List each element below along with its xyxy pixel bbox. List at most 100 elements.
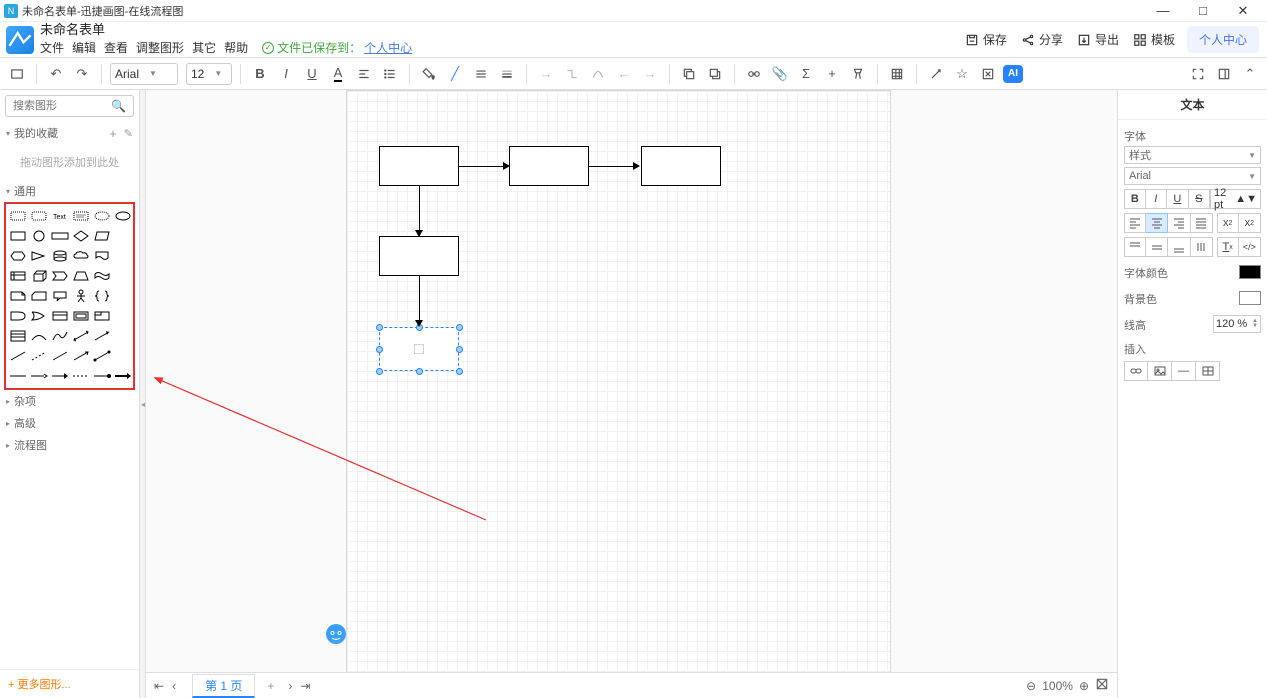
format-tab-text[interactable]: 文本 (1118, 90, 1267, 120)
window-close-button[interactable]: ✕ (1223, 3, 1263, 19)
export-button[interactable]: 导出 (1075, 27, 1121, 52)
font-family-select[interactable]: Arial▼ (110, 63, 178, 85)
add-page-button[interactable]: + (267, 679, 274, 693)
font-size-input[interactable]: 12 pt▲▼ (1210, 189, 1261, 209)
shape-connector2[interactable] (29, 368, 48, 384)
collapse-button[interactable]: ⌃ (1239, 63, 1261, 85)
shape-blank6[interactable] (113, 328, 132, 344)
arrow-start-button[interactable]: ← (613, 63, 635, 85)
shape-tape[interactable] (92, 268, 111, 284)
shape-rect-long[interactable] (50, 228, 69, 244)
connector-orth-button[interactable] (561, 63, 583, 85)
section-misc[interactable]: ▸杂项 (0, 390, 139, 412)
selection-handle[interactable] (456, 346, 463, 353)
selection-handle[interactable] (456, 368, 463, 375)
shape-datastore[interactable] (50, 308, 69, 324)
shape-cube[interactable] (29, 268, 48, 284)
page-next-button[interactable]: › (288, 679, 292, 693)
shape-arrow-bi[interactable] (71, 328, 90, 344)
panel-toggle-button[interactable] (1213, 63, 1235, 85)
shape-document[interactable] (92, 248, 111, 264)
add-shape-button[interactable]: + (821, 63, 843, 85)
insert-table-button[interactable] (1196, 361, 1220, 381)
clear-format-button[interactable] (847, 63, 869, 85)
connector-1[interactable] (459, 166, 505, 167)
selection-handle[interactable] (456, 324, 463, 331)
selection-handle[interactable] (376, 346, 383, 353)
lineheight-input[interactable]: 120 %▲▼ (1213, 315, 1261, 333)
redo-button[interactable]: ↷ (71, 63, 93, 85)
flowchart-node-3[interactable] (641, 146, 721, 186)
attach-button[interactable]: 📎 (769, 63, 791, 85)
text-style-select[interactable]: 样式▼ (1124, 146, 1261, 164)
connector-4[interactable] (419, 276, 420, 322)
page-tab-1[interactable]: 第 1 页 (192, 674, 255, 698)
more-shapes-button[interactable]: + 更多图形... (0, 669, 139, 698)
align-left-button[interactable] (1124, 213, 1146, 233)
line-width-button[interactable] (496, 63, 518, 85)
shape-blank7[interactable] (113, 348, 132, 364)
shape-container[interactable] (71, 308, 90, 324)
shape-connector4[interactable] (71, 368, 90, 384)
to-back-button[interactable] (704, 63, 726, 85)
arrow-end-button[interactable]: → (639, 63, 661, 85)
section-general[interactable]: ▾ 通用 (0, 180, 139, 202)
underline-button[interactable]: U (301, 63, 323, 85)
edit-favorite-icon[interactable]: ✎ (124, 127, 133, 140)
insert-image-button[interactable] (1148, 361, 1172, 381)
link-button[interactable] (743, 63, 765, 85)
align-right-button[interactable] (1168, 213, 1190, 233)
formula-button[interactable]: Σ (795, 63, 817, 85)
undo-button[interactable]: ↶ (45, 63, 67, 85)
insert-hr-button[interactable]: — (1172, 361, 1196, 381)
shape-rect-solid[interactable] (8, 228, 27, 244)
shape-internal-storage[interactable] (8, 268, 27, 284)
valign-mid-button[interactable] (1146, 237, 1168, 257)
shape-cloud[interactable] (71, 248, 90, 264)
drawing-page[interactable] (346, 90, 891, 672)
align-button[interactable] (353, 63, 375, 85)
menu-other[interactable]: 其它 (192, 39, 216, 56)
shape-line-dot[interactable] (92, 348, 111, 364)
shape-or[interactable] (29, 308, 48, 324)
shape-connector1[interactable] (8, 368, 27, 384)
subscript-button[interactable]: x2 (1239, 213, 1261, 233)
valign-bottom-button[interactable] (1168, 237, 1190, 257)
shape-frame[interactable] (92, 308, 111, 324)
shape-parallelogram[interactable] (92, 228, 111, 244)
save-button[interactable]: 保存 (963, 27, 1009, 52)
panel-underline-button[interactable]: U (1167, 189, 1188, 209)
magic-button[interactable] (925, 63, 947, 85)
font-color-button[interactable]: A (327, 63, 349, 85)
shape-callout[interactable] (50, 288, 69, 304)
panel-strike-button[interactable]: S (1189, 189, 1210, 209)
shape-line[interactable] (8, 348, 27, 364)
shape-brace[interactable] (92, 288, 111, 304)
selection-handle[interactable] (416, 368, 423, 375)
shape-dashed-line[interactable] (29, 348, 48, 364)
shape-cylinder[interactable] (50, 248, 69, 264)
star-button[interactable]: ☆ (951, 63, 973, 85)
table-button[interactable] (886, 63, 908, 85)
shape-connector3[interactable] (50, 368, 69, 384)
connector-straight-button[interactable]: → (535, 63, 557, 85)
line-color-button[interactable]: ╱ (444, 63, 466, 85)
shape-card[interactable] (29, 288, 48, 304)
menu-arrange[interactable]: 调整图形 (136, 39, 184, 56)
menu-edit[interactable]: 编辑 (72, 39, 96, 56)
zoom-value[interactable]: 100% (1042, 679, 1073, 693)
share-button[interactable]: 分享 (1019, 27, 1065, 52)
clear-format-panel-button[interactable]: Tx (1217, 237, 1239, 257)
italic-button[interactable]: I (275, 63, 297, 85)
zoom-out-button[interactable]: ⊖ (1026, 679, 1036, 693)
shape-ellipse-dashed[interactable] (92, 208, 111, 224)
shape-arrow-open[interactable] (71, 348, 90, 364)
font-family-select-panel[interactable]: Arial▼ (1124, 167, 1261, 185)
template-button[interactable]: 模板 (1131, 27, 1177, 52)
section-flowchart[interactable]: ▸流程图 (0, 434, 139, 456)
align-center-button[interactable] (1146, 213, 1168, 233)
flowchart-node-2[interactable] (509, 146, 589, 186)
panel-bold-button[interactable]: B (1124, 189, 1146, 209)
shape-and[interactable] (8, 308, 27, 324)
bold-button[interactable]: B (249, 63, 271, 85)
